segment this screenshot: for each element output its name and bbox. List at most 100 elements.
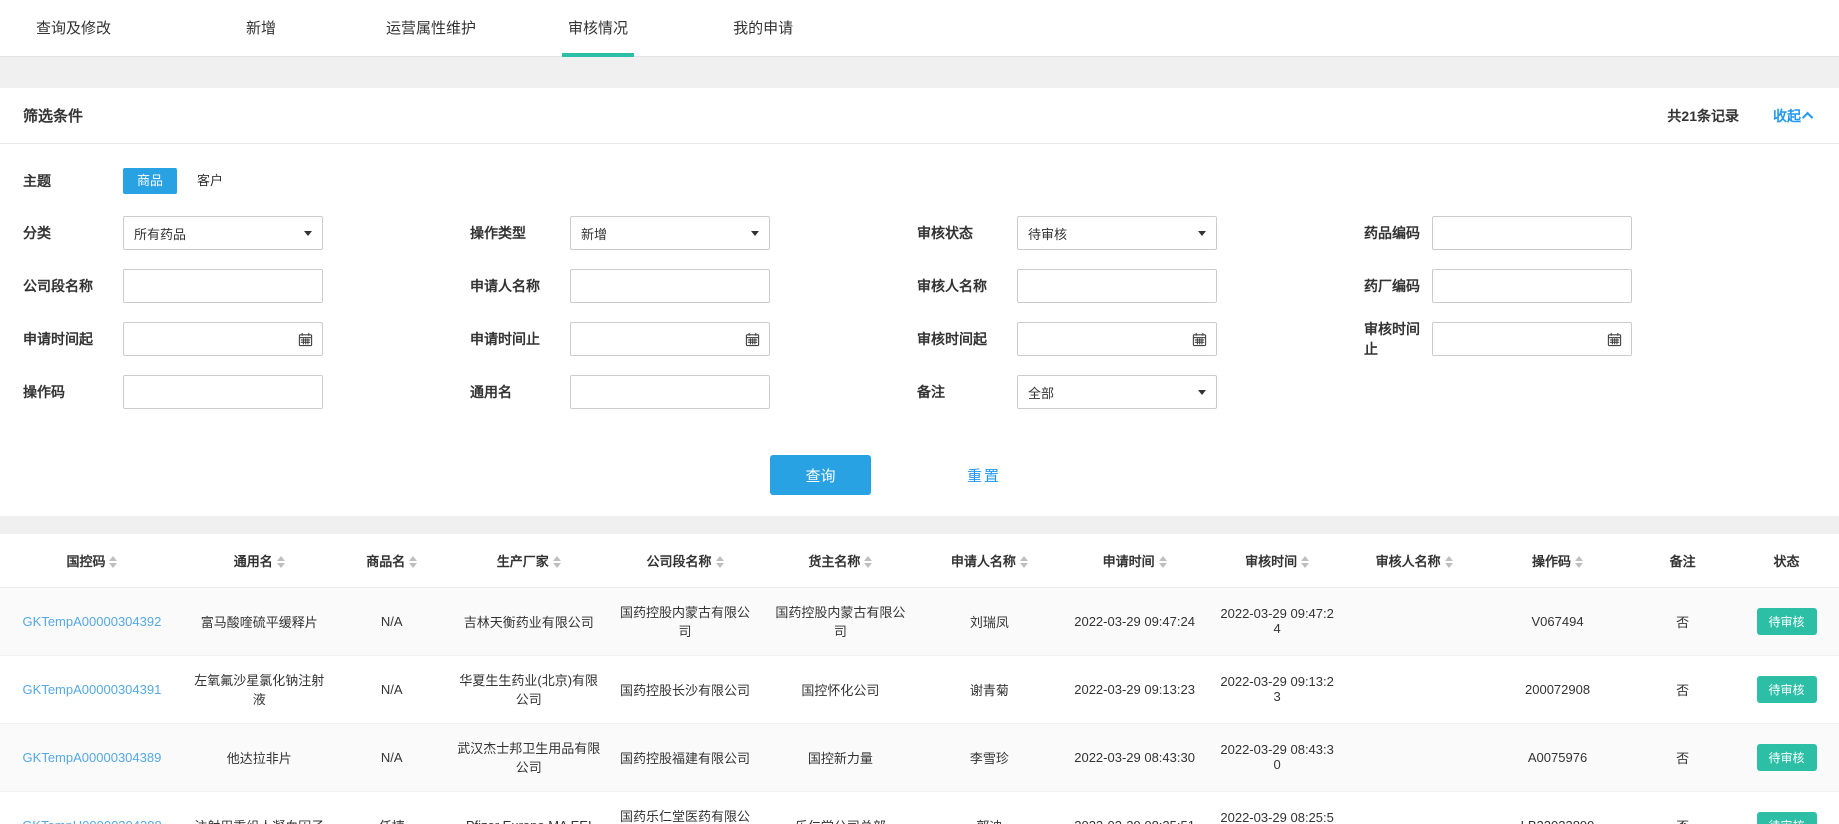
- field-label: 药厂编码: [1364, 276, 1432, 296]
- national-code-link[interactable]: GKTempA00000304392: [23, 614, 162, 629]
- col-header-apply-time[interactable]: 申请时间: [1059, 534, 1210, 587]
- national-code-link[interactable]: GKTempH00000304388: [22, 818, 162, 824]
- cell-apply-time: 2022-03-29 09:47:24: [1059, 587, 1210, 655]
- audit-time-start-picker[interactable]: [1017, 322, 1217, 356]
- col-header-label: 申请时间: [1103, 554, 1155, 569]
- results-table-card: 国控码 通用名 商品名 生产厂家 公司段名称 货主名称 申请人名称 申请时间 审…: [0, 534, 1839, 824]
- collapse-button[interactable]: 收起: [1773, 106, 1813, 126]
- collapse-label: 收起: [1773, 106, 1801, 126]
- col-header-status: 状态: [1734, 534, 1839, 587]
- cell-auditor-name: [1344, 587, 1484, 655]
- col-header-audit-time[interactable]: 审核时间: [1210, 534, 1344, 587]
- auditor-name-input[interactable]: [1017, 269, 1217, 303]
- col-header-manufacturer[interactable]: 生产厂家: [449, 534, 609, 587]
- cell-product-name: 任捷: [335, 791, 449, 824]
- category-select[interactable]: 所有药品: [123, 216, 323, 250]
- tab-query-modify[interactable]: 查询及修改: [36, 0, 111, 57]
- col-header-operation-code[interactable]: 操作码: [1484, 534, 1631, 587]
- field-label: 通用名: [470, 382, 570, 402]
- apply-time-end-picker[interactable]: [570, 322, 770, 356]
- cell-applicant-name: 谢青菊: [919, 655, 1059, 723]
- calendar-icon: [1607, 332, 1622, 347]
- tab-my-applications[interactable]: 我的申请: [733, 0, 793, 57]
- applicant-name-input[interactable]: [570, 269, 770, 303]
- generic-name-input[interactable]: [570, 375, 770, 409]
- audit-time-start-input[interactable]: [1018, 332, 1192, 347]
- tab-operation-attr-maintain[interactable]: 运营属性维护: [386, 0, 476, 57]
- col-header-label: 操作码: [1532, 554, 1571, 569]
- cell-audit-time: 2022-03-29 09:13:23: [1210, 655, 1344, 723]
- col-header-generic-name[interactable]: 通用名: [184, 534, 335, 587]
- operation-code-input[interactable]: [123, 375, 323, 409]
- drug-code-input[interactable]: [1432, 216, 1632, 250]
- sort-icon: [553, 556, 561, 568]
- col-header-national-code[interactable]: 国控码: [0, 534, 184, 587]
- audit-time-end-picker[interactable]: [1432, 322, 1632, 356]
- factory-code-input[interactable]: [1432, 269, 1632, 303]
- col-header-label: 审核人名称: [1376, 554, 1441, 569]
- topic-option-customer[interactable]: 客户: [183, 168, 237, 194]
- cell-applicant-name: 李雪珍: [919, 723, 1059, 791]
- select-value: 全部: [1028, 383, 1054, 402]
- chevron-down-icon: [1198, 390, 1206, 395]
- col-header-applicant-name[interactable]: 申请人名称: [919, 534, 1059, 587]
- topic-option-goods[interactable]: 商品: [123, 168, 177, 194]
- filter-form: 分类 所有药品 操作类型 新增 审核状态 待审核 药品编码 公: [23, 216, 1839, 409]
- cell-generic-name: 他达拉非片: [184, 723, 335, 791]
- col-header-company-segment[interactable]: 公司段名称: [609, 534, 762, 587]
- cell-manufacturer: 华夏生生药业(北京)有限公司: [449, 655, 609, 723]
- field-audit-time-start: 审核时间起: [917, 322, 1364, 356]
- select-value: 所有药品: [134, 224, 186, 243]
- apply-time-start-input[interactable]: [124, 332, 298, 347]
- field-apply-time-start: 申请时间起: [23, 322, 470, 356]
- search-button[interactable]: 查询: [770, 455, 871, 495]
- audit-time-end-input[interactable]: [1433, 332, 1607, 347]
- cell-company-segment: 国药乐仁堂医药有限公司: [609, 791, 762, 824]
- col-header-label: 货主名称: [808, 554, 860, 569]
- field-applicant-name: 申请人名称: [470, 269, 917, 303]
- field-remark: 备注 全部: [917, 375, 1364, 409]
- apply-time-start-picker[interactable]: [123, 322, 323, 356]
- cell-audit-time: 2022-03-29 08:25:51: [1210, 791, 1344, 824]
- status-badge: 待审核: [1757, 608, 1817, 635]
- cell-generic-name: 富马酸喹硫平缓释片: [184, 587, 335, 655]
- field-factory-code: 药厂编码: [1364, 269, 1811, 303]
- field-category: 分类 所有药品: [23, 216, 470, 250]
- cell-applicant-name: 刘瑞凤: [919, 587, 1059, 655]
- calendar-icon: [1192, 332, 1207, 347]
- cell-company-segment: 国药控股福建有限公司: [609, 723, 762, 791]
- cell-owner-name: 国控新力量: [761, 723, 919, 791]
- field-apply-time-end: 申请时间止: [470, 322, 917, 356]
- field-operation-code: 操作码: [23, 375, 470, 409]
- company-segment-input[interactable]: [123, 269, 323, 303]
- field-label: 审核人名称: [917, 276, 1017, 296]
- cell-company-segment: 国药控股内蒙古有限公司: [609, 587, 762, 655]
- col-header-product-name[interactable]: 商品名: [335, 534, 449, 587]
- apply-time-end-input[interactable]: [571, 332, 745, 347]
- top-tab-bar: 查询及修改 新增 运营属性维护 审核情况 我的申请: [0, 0, 1839, 57]
- cell-generic-name: 左氧氟沙星氯化钠注射液: [184, 655, 335, 723]
- reset-button[interactable]: 重置: [967, 465, 1001, 486]
- operation-type-select[interactable]: 新增: [570, 216, 770, 250]
- national-code-link[interactable]: GKTempA00000304389: [23, 750, 162, 765]
- status-badge: 待审核: [1757, 676, 1817, 703]
- audit-status-select[interactable]: 待审核: [1017, 216, 1217, 250]
- col-header-remark: 备注: [1631, 534, 1734, 587]
- calendar-icon: [298, 332, 313, 347]
- sort-icon: [109, 556, 117, 568]
- tab-audit-status[interactable]: 审核情况: [568, 0, 628, 57]
- sort-icon: [1159, 556, 1167, 568]
- col-header-label: 公司段名称: [646, 554, 711, 569]
- sort-icon: [864, 556, 872, 568]
- col-header-owner-name[interactable]: 货主名称: [761, 534, 919, 587]
- national-code-link[interactable]: GKTempA00000304391: [23, 682, 162, 697]
- field-label: 公司段名称: [23, 276, 123, 296]
- sort-icon: [277, 556, 285, 568]
- remark-select[interactable]: 全部: [1017, 375, 1217, 409]
- col-header-auditor-name[interactable]: 审核人名称: [1344, 534, 1484, 587]
- tab-add-new[interactable]: 新增: [246, 0, 276, 57]
- col-header-label: 商品名: [366, 554, 405, 569]
- field-company-segment: 公司段名称: [23, 269, 470, 303]
- status-badge: 待审核: [1757, 744, 1817, 771]
- cell-auditor-name: [1344, 655, 1484, 723]
